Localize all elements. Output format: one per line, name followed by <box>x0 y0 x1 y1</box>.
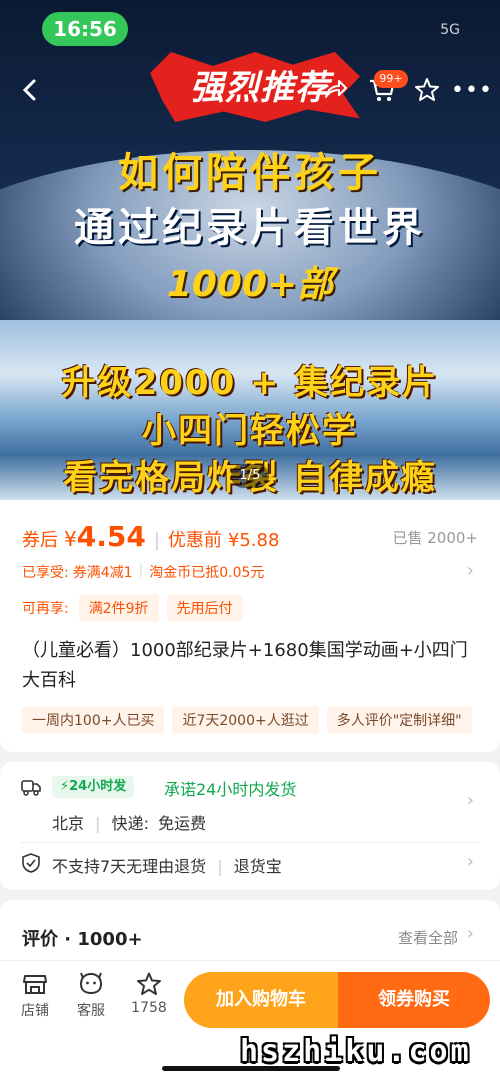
hero-line-5: 小四门轻松学 <box>142 411 358 451</box>
star-outline-icon <box>137 972 161 995</box>
ship-promise: 承诺24小时内发货 <box>164 780 297 799</box>
shop-icon <box>23 975 47 994</box>
service-icon <box>79 972 103 995</box>
chevron-right-icon[interactable]: › <box>467 560 474 581</box>
ship-origin: 北京 <box>52 814 85 833</box>
lightning-icon: ⚡ <box>60 779 70 794</box>
hero-line-4: 升级2000 + 集纪录片 <box>61 363 439 403</box>
shop-button[interactable]: 店铺 <box>10 972 60 1020</box>
before-discount-price: ¥5.88 <box>227 530 280 551</box>
share-button[interactable] <box>315 72 355 108</box>
status-time: 16:56 <box>42 12 128 46</box>
divider <box>20 842 480 843</box>
customer-service-button[interactable]: 客服 <box>66 972 116 1020</box>
star-icon <box>415 78 439 101</box>
after-coupon-label: 券后 <box>22 530 58 551</box>
enjoyed-coupon: 券满4减1 <box>72 565 133 581</box>
favorite-button[interactable] <box>407 72 447 108</box>
return-insurance: 退货宝 <box>233 857 282 876</box>
hero-line-1: 如何陪伴孩子 <box>118 150 382 196</box>
chevron-right-icon[interactable]: › <box>467 790 474 811</box>
social-proof-tags: 一周内100+人已买 近7天2000+人逛过 多人评价"定制详细" <box>22 706 500 734</box>
price-divider: | <box>153 530 160 551</box>
currency-symbol: ¥ <box>64 527 77 551</box>
view-all-reviews-link[interactable]: 查看全部 <box>398 927 458 948</box>
status-network: 5G <box>440 22 460 38</box>
enjoyed-label: 已享受: <box>22 565 69 581</box>
more-icon: ••• <box>451 77 493 103</box>
buy-with-coupon-button[interactable]: 领券购买 <box>338 972 490 1028</box>
tag: 近7天2000+人逛过 <box>172 706 319 734</box>
chevron-right-icon[interactable]: › <box>467 923 474 944</box>
return-policy-text: 不支持7天无理由退货 <box>52 857 207 876</box>
ship-location: 北京 | 快递: 免运费 <box>52 814 207 833</box>
more-button[interactable]: ••• <box>451 72 493 108</box>
tag: 多人评价"定制详细" <box>326 706 472 734</box>
enjoyed-discounts[interactable]: 已享受: 券满4减1 | 淘金币已抵0.05元 <box>22 562 264 582</box>
sold-count: 已售 2000+ <box>392 529 478 547</box>
add-to-cart-button[interactable]: 加入购物车 <box>184 972 338 1028</box>
tag: 一周内100+人已买 <box>22 706 165 734</box>
enjoyed-coins: 淘金币已抵0.05元 <box>149 565 265 581</box>
reviews-title: 评价 · 1000+ <box>22 929 143 950</box>
before-discount-label: 优惠前 <box>167 530 222 551</box>
cart-badge: 99+ <box>374 70 408 88</box>
after-coupon-price: 4.54 <box>76 520 146 553</box>
back-button[interactable] <box>10 72 50 108</box>
hero-line-3: 1000+部 <box>166 264 334 305</box>
shield-check-icon <box>22 853 40 873</box>
product-page: 强烈推荐 如何陪伴孩子 通过纪录片看世界 1000+部 升级2000 + 集纪录… <box>0 0 500 1082</box>
return-policy[interactable]: 不支持7天无理由退货 | 退货宝 <box>52 853 282 877</box>
can-enjoy-label: 可再享: <box>22 601 69 617</box>
product-title: （儿童必看）1000部纪录片+1680集国学动画+小四门大百科 <box>22 640 468 691</box>
express-label: 快递: <box>111 814 149 833</box>
favorites-count-button[interactable]: 1758 <box>124 972 174 1016</box>
discount-chip[interactable]: 满2件9折 <box>78 594 159 622</box>
price-row: 券后 ¥ 4.54 | 优惠前 ¥5.88 <box>22 520 279 553</box>
truck-icon <box>21 780 41 796</box>
hero-line-2: 通过纪录片看世界 <box>74 205 426 251</box>
ship-speed-badge: ⚡24小时发 <box>52 776 135 798</box>
chevron-right-icon[interactable]: › <box>467 851 474 872</box>
more-discounts: 可再享: 满2件9折 先用后付 <box>22 594 243 622</box>
share-icon <box>325 80 347 98</box>
express-value: 免运费 <box>158 814 207 833</box>
pay-later-chip[interactable]: 先用后付 <box>166 594 243 622</box>
chevron-left-icon <box>22 79 36 101</box>
image-counter: 1/5 <box>231 464 269 488</box>
watermark-text: hszhiku.com <box>240 1034 472 1069</box>
